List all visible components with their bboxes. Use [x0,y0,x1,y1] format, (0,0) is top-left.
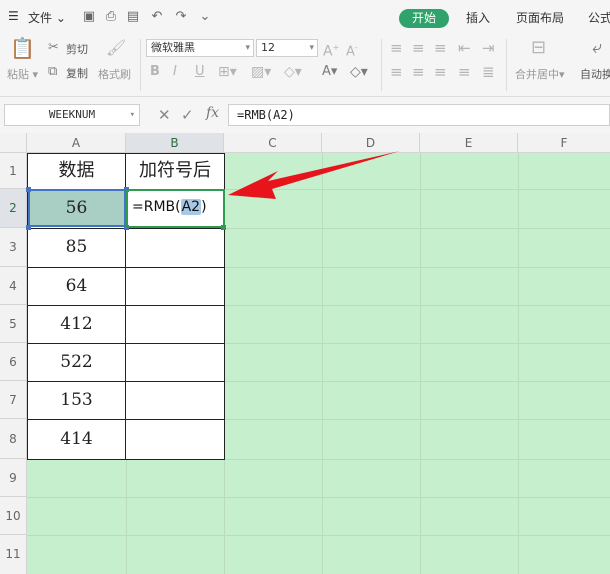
border-icon[interactable]: ⊞▾ [218,64,237,80]
increase-font-icon[interactable]: A+ [323,40,339,60]
format-painter-button[interactable]: 格式刷 [98,66,131,82]
ribbon-toolbar: 📋 粘贴 ▾ ✂ 剪切 ⧉ 复制 🖌 格式刷 微软雅黑 ▾ 12 ▾ A+ A-… [0,34,610,97]
undo-icon[interactable]: ↶ [150,10,164,24]
ribbon-divider [506,39,507,91]
auto-wrap-button[interactable]: 自动换 [580,66,610,82]
chevron-down-icon: ▾ [309,43,314,53]
hamburger-icon[interactable]: ☰ [8,9,19,23]
font-size-select[interactable]: 12 ▾ [256,39,318,57]
font-name-value: 微软雅黑 [151,41,195,54]
formula-bar: WEEKNUM ▾ ✕ ✓ fx =RMB(A2) [0,97,610,133]
tab-page-layout[interactable]: 页面布局 [516,9,564,26]
merge-center-button[interactable]: 合并居中▾ [515,66,565,82]
ribbon-divider [140,39,141,91]
save-icon[interactable]: ▣ [82,10,96,24]
paste-icon[interactable]: 📋 [10,38,35,58]
paste-button[interactable]: 粘贴 ▾ [7,66,38,82]
decrease-font-icon[interactable]: A- [346,40,358,60]
cut-button[interactable]: 剪切 [66,41,88,57]
align-right-icon[interactable]: ≡ [434,64,447,80]
tab-start[interactable]: 开始 [399,9,449,28]
align-left-icon[interactable]: ≡ [390,64,403,80]
tab-formula[interactable]: 公式 [588,9,610,26]
quick-access-dropdown-icon[interactable]: ⌄ [198,10,212,24]
indent-increase-icon[interactable]: ⇥ [482,40,495,56]
font-a-icon[interactable]: A▾ [322,64,337,80]
align-top-icon[interactable]: ≡ [390,40,403,56]
font-size-value: 12 [261,41,275,54]
redo-icon[interactable]: ↷ [174,10,188,24]
copy-icon[interactable]: ⧉ [48,64,57,80]
formula-input[interactable]: =RMB(A2) [228,104,610,126]
distribute-icon[interactable]: ≣ [482,64,495,80]
fill-color-icon[interactable]: ▨▾ [251,64,271,80]
align-center-icon[interactable]: ≡ [412,64,425,80]
chevron-down-icon: ▾ [245,43,250,53]
indent-decrease-icon[interactable]: ⇤ [458,40,471,56]
align-bottom-icon[interactable]: ≡ [434,40,447,56]
format-painter-icon[interactable]: 🖌 [106,40,126,56]
red-arrow-annotation [228,151,400,199]
print-preview-icon[interactable]: ▤ [126,10,140,24]
tab-insert[interactable]: 插入 [466,9,490,26]
name-box-value: WEEKNUM [48,108,96,121]
print-icon[interactable]: ⎙ [104,10,118,24]
font-color-icon[interactable]: ◇▾ [284,64,302,80]
wrap-text-icon[interactable]: ⤶ [592,39,602,57]
spreadsheet-grid[interactable]: A B C D E F 1 2 3 4 5 6 7 8 9 10 11 数据 加… [0,133,610,574]
menu-bar: ☰ 文件 ⌄ ▣ ⎙ ▤ ↶ ↷ ⌄ 开始 插入 页面布局 公式 [0,0,610,34]
underline-icon[interactable]: U [195,64,205,80]
menu-file[interactable]: 文件 ⌄ [28,9,66,26]
eraser-icon[interactable]: ◇▾ [350,64,368,80]
insert-function-icon[interactable]: fx [206,105,219,121]
bold-icon[interactable]: B [150,64,160,80]
align-middle-icon[interactable]: ≡ [412,40,425,56]
copy-button[interactable]: 复制 [66,65,88,81]
arrow-shape [228,151,400,199]
italic-icon[interactable]: I [173,64,177,80]
scissors-icon[interactable]: ✂ [48,40,59,56]
confirm-icon[interactable]: ✓ [181,107,194,123]
ribbon-divider [381,39,382,91]
merge-cells-icon[interactable]: ⊟ [531,39,546,57]
font-name-select[interactable]: 微软雅黑 ▾ [146,39,254,57]
justify-icon[interactable]: ≡ [458,64,471,80]
chevron-down-icon: ▾ [129,110,135,120]
name-box[interactable]: WEEKNUM ▾ [4,104,140,126]
cancel-icon[interactable]: ✕ [158,107,171,123]
